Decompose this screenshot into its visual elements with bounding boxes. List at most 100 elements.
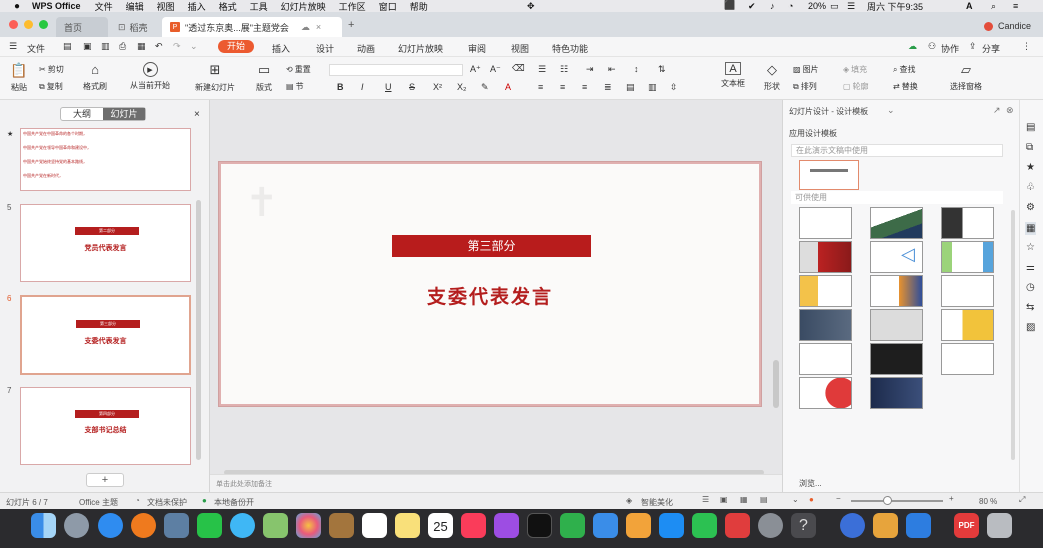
format-painter-button[interactable]: ⌂ 格式刷 [80, 62, 110, 92]
menu-workspace[interactable]: 工作区 [339, 0, 366, 13]
minimize-window-button[interactable] [24, 20, 33, 29]
control-center-icon[interactable]: ☰ [847, 1, 855, 12]
firefox-icon[interactable] [131, 513, 156, 538]
user-avatar-icon[interactable] [984, 22, 993, 31]
template-14[interactable] [870, 343, 923, 375]
appstore-icon[interactable] [659, 513, 684, 538]
safari-icon[interactable] [98, 513, 123, 538]
chevron-down-icon[interactable]: ⌄ [887, 105, 895, 116]
sorter-view-icon[interactable]: ▦ [740, 495, 748, 504]
zoom-window-button[interactable] [39, 20, 48, 29]
normal-view-icon[interactable]: ▣ [720, 495, 728, 504]
template-2[interactable] [870, 207, 923, 239]
status-icon[interactable]: ⬛ [724, 0, 735, 11]
tab-home[interactable]: 首页 [56, 17, 108, 37]
preview-app-icon[interactable] [164, 513, 189, 538]
clear-format-icon[interactable]: ⌫ [512, 63, 525, 74]
template-5[interactable]: ◁ [870, 241, 923, 273]
ribbon-tab-review[interactable]: 审阅 [468, 42, 486, 55]
finder-icon[interactable] [31, 513, 56, 538]
grow-font-icon[interactable]: A⁺ [470, 64, 481, 75]
template-3[interactable] [941, 207, 994, 239]
notes-app-icon[interactable] [329, 513, 354, 538]
image-tool-icon[interactable]: ▨ [1026, 322, 1035, 333]
align-center-icon[interactable]: ≡ [560, 82, 565, 92]
ribbon-tab-design[interactable]: 设计 [316, 42, 334, 55]
ribbon-file[interactable]: 文件 [27, 42, 45, 55]
panel-scrollbar[interactable] [196, 200, 201, 460]
expand-icon[interactable]: ↗ [993, 105, 1001, 116]
photos-icon[interactable] [296, 513, 321, 538]
app-name[interactable]: WPS Office [32, 1, 81, 11]
slide-thumb-5[interactable]: 第二部分 党员代表发言 [20, 204, 191, 282]
open-icon[interactable]: ▤ [63, 41, 72, 52]
subscript-icon[interactable]: X₂ [457, 82, 467, 92]
shape-button[interactable]: ◇ 形状 [757, 62, 787, 92]
zoom-in-icon[interactable]: + [949, 494, 954, 503]
menu-help[interactable]: 帮助 [410, 0, 428, 13]
template-11[interactable] [870, 309, 923, 341]
template-search-input[interactable]: 在此演示文稿中使用 [791, 144, 1003, 157]
collab-icon[interactable]: ⚇ [928, 41, 936, 52]
collab-label[interactable]: 协作 [941, 42, 959, 55]
indent-icon[interactable]: ⇥ [586, 64, 594, 75]
template-7[interactable] [799, 275, 852, 307]
hamburger-icon[interactable]: ☰ [9, 41, 17, 52]
strike-icon[interactable]: S [409, 82, 415, 92]
user-name[interactable]: Candice [998, 21, 1031, 31]
play-slideshow-icon[interactable]: ● [809, 495, 814, 504]
template-10[interactable] [799, 309, 852, 341]
transition-icon[interactable]: ♧ [1026, 182, 1035, 193]
animation-icon[interactable]: ★ [1026, 162, 1035, 173]
direction-icon[interactable]: ⇅ [658, 64, 666, 75]
protect-status[interactable]: 文档未保护 [147, 497, 187, 508]
bell-icon[interactable]: ♪ [770, 1, 775, 11]
wps-dock-icon[interactable] [725, 513, 750, 538]
share-label[interactable]: 分享 [982, 42, 1000, 55]
template-17[interactable] [870, 377, 923, 409]
menu-edit[interactable]: 编辑 [126, 0, 144, 13]
browse-button[interactable]: 浏览... [799, 478, 822, 489]
tab-close-icon[interactable]: × [316, 22, 321, 32]
text-align-icon[interactable]: ⇳ [670, 82, 678, 93]
stickies-icon[interactable] [395, 513, 420, 538]
zoom-level[interactable]: 80 % [979, 497, 997, 506]
print-icon[interactable]: ⎙ [119, 41, 126, 52]
notes-area[interactable]: 单击此处添加备注 [210, 474, 782, 492]
textbox-button[interactable]: A 文本框 [714, 62, 752, 89]
backup-icon[interactable]: ⇆ [1026, 302, 1034, 313]
archive-icon[interactable] [873, 513, 898, 538]
pages-icon[interactable] [626, 513, 651, 538]
facetime-icon[interactable] [197, 513, 222, 538]
align-right-icon[interactable]: ≡ [582, 82, 587, 92]
menu-format[interactable]: 格式 [219, 0, 237, 13]
apple-icon[interactable]: ● [14, 1, 20, 12]
redo-icon[interactable]: ↷ [173, 41, 181, 52]
wifi-icon[interactable]: ◔ [788, 1, 793, 11]
fit-window-icon[interactable]: ⤢ [1019, 495, 1025, 505]
menu-view[interactable]: 视图 [157, 0, 175, 13]
template-4[interactable] [799, 241, 852, 273]
tab-outline[interactable]: 大纲 [61, 108, 103, 120]
notes-toggle-icon[interactable]: ☰ [702, 495, 709, 504]
close-panel-icon[interactable]: × [194, 109, 200, 120]
save-icon[interactable]: ▣ [83, 41, 92, 52]
feishu-icon[interactable] [840, 513, 865, 538]
cut-button[interactable]: ✂ 剪切 [39, 64, 64, 75]
keynote-icon[interactable] [593, 513, 618, 538]
launchpad-icon[interactable] [64, 513, 89, 538]
main-slide[interactable]: ✝ 第三部分 支委代表发言 [219, 162, 761, 406]
justify-icon[interactable]: ≣ [604, 82, 612, 93]
shrink-font-icon[interactable]: A⁻ [490, 64, 501, 75]
close-pane-icon[interactable]: ⊗ [1006, 105, 1014, 116]
export-icon[interactable]: ▥ [101, 41, 110, 52]
pdf-icon[interactable]: PDF [954, 513, 979, 538]
distribute-icon[interactable]: ▤ [626, 82, 635, 93]
line-spacing-icon[interactable]: ↕ [634, 64, 639, 74]
history-icon[interactable]: ◷ [1026, 282, 1035, 293]
ribbon-tab-home[interactable]: 开始 [218, 40, 254, 53]
reset-button[interactable]: ⟲ 重置 [286, 64, 311, 75]
bold-icon[interactable]: B [337, 82, 344, 92]
template-9[interactable] [941, 275, 994, 307]
add-slide-button[interactable]: + [86, 473, 124, 487]
